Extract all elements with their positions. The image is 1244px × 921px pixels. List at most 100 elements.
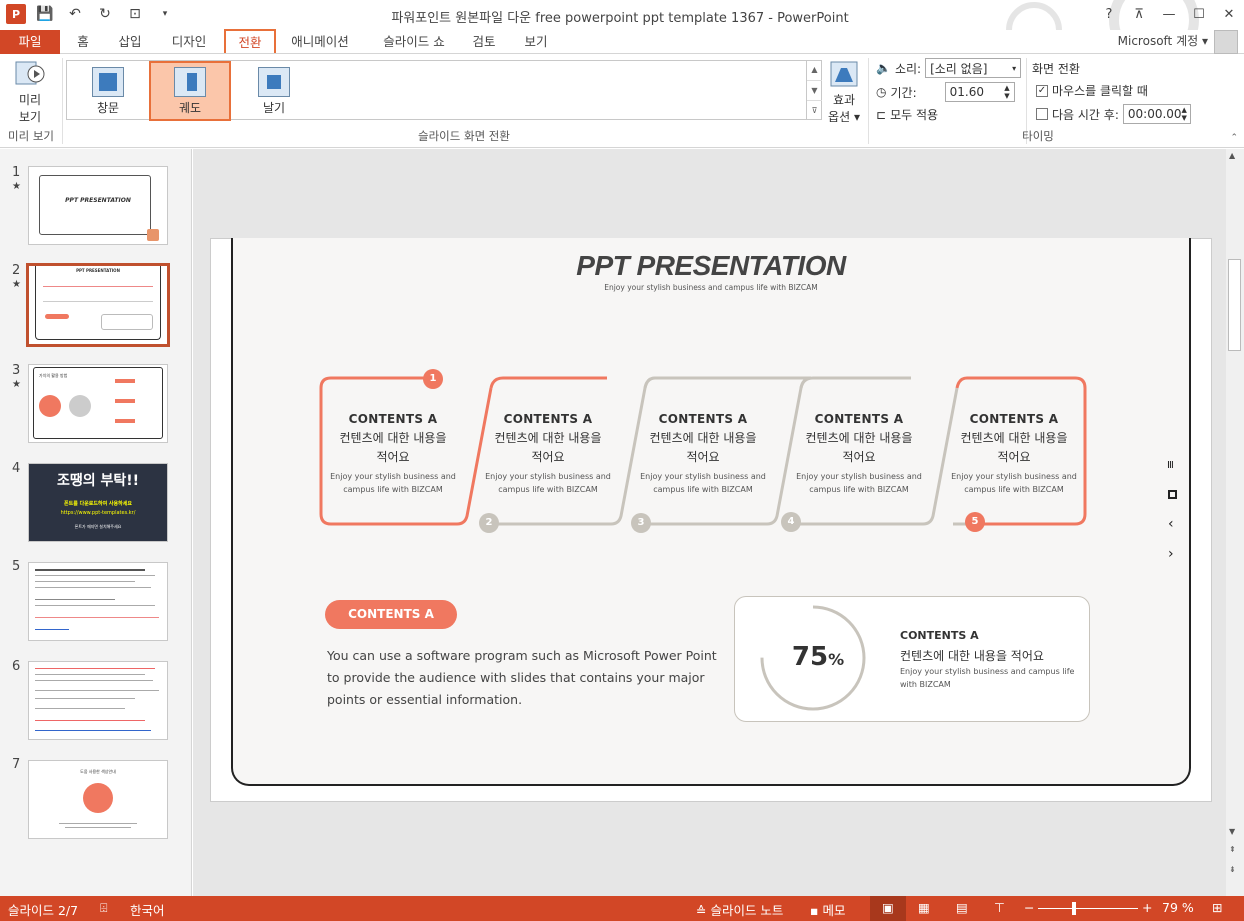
redo-icon[interactable]: ↻: [94, 4, 116, 24]
orbit-transition-icon: [174, 67, 206, 97]
thumb-number: 4: [12, 461, 21, 476]
scrollbar-thumb[interactable]: [1228, 259, 1241, 351]
normal-view-icon: ▣: [882, 900, 894, 915]
undo-icon[interactable]: ↶: [64, 4, 86, 24]
on-click-checkbox[interactable]: ✓: [1036, 84, 1048, 97]
vertical-scrollbar[interactable]: ▲ ▼ ⇞ ⇟: [1226, 149, 1244, 896]
zoom-in-icon[interactable]: +: [1142, 900, 1152, 915]
card-1-kr-2: 적어요: [376, 450, 410, 464]
sound-select[interactable]: [소리 없음] ▾: [925, 58, 1022, 78]
zoom-slider-thumb[interactable]: [1072, 902, 1076, 915]
slide-thumbnail-1[interactable]: PPT PRESENTATION: [28, 166, 168, 245]
slide-thumbnail-7[interactable]: 도움 사용한 색상안내: [28, 760, 168, 839]
card-2-kr-1: 컨텐츠에 대한 내용을: [494, 431, 602, 445]
slide-counter[interactable]: 슬라이드 2/7: [8, 900, 78, 919]
gallery-scroll-up-icon[interactable]: ▲: [807, 60, 822, 80]
effect-options-button[interactable]: 효과 옵션 ▾: [826, 60, 862, 125]
thumb-title: 도움 사용한 색상안내: [80, 769, 116, 774]
customize-qat-icon[interactable]: ▾: [154, 4, 176, 24]
tab-home[interactable]: 홈: [68, 30, 98, 54]
thumb-title: PPT PRESENTATION: [65, 197, 131, 204]
duration-input[interactable]: 01.60 ▲ ▼: [944, 82, 1015, 102]
avatar[interactable]: [1214, 30, 1238, 54]
spin-icon: ▲ ▼: [1181, 106, 1187, 122]
transition-window[interactable]: 창문: [67, 63, 149, 119]
card-4-en-1: Enjoy your stylish business and: [796, 472, 922, 481]
group-transition-label: 슬라이드 화면 전환: [418, 129, 510, 143]
thumb-line-1: 폰트를 다운로드하여 사용하세요: [64, 501, 132, 507]
notes-button[interactable]: ≙ 슬라이드 노트: [696, 900, 783, 919]
help-button[interactable]: ?: [1094, 0, 1124, 28]
thumb-number: 1: [12, 165, 21, 180]
slideshow-view-icon[interactable]: ⊤: [994, 900, 1005, 915]
scroll-up-icon[interactable]: ▲: [1229, 151, 1235, 160]
start-slideshow-icon[interactable]: ⊡: [124, 4, 146, 24]
apply-all-button[interactable]: ⊏ 모두 적용: [876, 106, 938, 123]
fit-to-window-icon[interactable]: ⊞: [1212, 900, 1222, 915]
ribbon-display-options-icon[interactable]: ⊼: [1124, 0, 1154, 28]
transition-orbit[interactable]: 궤도: [149, 61, 231, 121]
spell-check-icon[interactable]: ⌹: [100, 900, 108, 916]
thumb-title: 조땡의 부탁!!: [56, 473, 140, 489]
slide-thumbnail-3[interactable]: 가치의 활용 방법: [28, 364, 168, 443]
square-icon: [1168, 490, 1177, 499]
clock-icon: ◷: [876, 85, 887, 99]
tab-transitions[interactable]: 전환: [224, 29, 276, 53]
zoom-level[interactable]: 79 %: [1162, 900, 1194, 915]
transition-fly[interactable]: 날기: [233, 63, 315, 119]
previous-slide-icon[interactable]: ⇞: [1229, 845, 1236, 854]
after-checkbox[interactable]: [1036, 108, 1048, 120]
tab-view[interactable]: 보기: [518, 30, 554, 54]
slide-thumbnail-6[interactable]: [28, 661, 168, 740]
slide-thumbnail-5[interactable]: [28, 562, 168, 641]
preview-label-1: 미리: [18, 93, 42, 107]
slide-thumbnail-2[interactable]: PPT PRESENTATION: [26, 263, 170, 347]
tab-review[interactable]: 검토: [466, 30, 502, 54]
animation-star-icon: ★: [12, 181, 21, 192]
tab-design[interactable]: 디자인: [164, 30, 214, 54]
comments-label: 메모: [822, 903, 846, 918]
card-4-en-2: campus life with BIZCAM: [809, 485, 909, 494]
tab-animations[interactable]: 애니메이션: [284, 30, 356, 54]
card-3-en-2: campus life with BIZCAM: [653, 485, 753, 494]
slide-title: PPT PRESENTATION: [576, 250, 846, 281]
gallery-more-icon[interactable]: ⊽: [807, 100, 822, 120]
maximize-icon[interactable]: ☐: [1184, 0, 1214, 28]
close-icon[interactable]: ✕: [1214, 0, 1244, 28]
slide-thumbnail-4[interactable]: 조땡의 부탁!! 폰트를 다운로드하여 사용하세요 https://www.pp…: [28, 463, 168, 542]
tab-slideshow[interactable]: 슬라이드 쇼: [372, 30, 456, 54]
card-3-top: [643, 376, 759, 389]
thumb-number: 7: [12, 757, 21, 772]
step-badge-3: 3: [631, 513, 651, 533]
gallery-scroll[interactable]: ▲ ▼ ⊽: [806, 60, 822, 120]
language-indicator[interactable]: 한국어: [130, 900, 165, 919]
slide-sorter-icon[interactable]: ▦: [918, 900, 930, 915]
spin-icon: ▲ ▼: [1004, 84, 1010, 100]
zoom-slider[interactable]: [1038, 908, 1138, 909]
minimize-icon[interactable]: —: [1154, 0, 1184, 28]
card-5-en-1: Enjoy your stylish business and: [951, 472, 1077, 481]
tab-insert[interactable]: 삽입: [112, 30, 148, 54]
stat-value: 75: [791, 642, 829, 672]
collapse-ribbon-icon[interactable]: ⌃: [1230, 133, 1238, 143]
effect-options-label-2: 옵션 ▾: [828, 110, 860, 124]
after-input[interactable]: 00:00.00 ▲ ▼: [1122, 104, 1191, 124]
powerpoint-logo-icon: P: [6, 4, 26, 24]
step-badge-4: 4: [781, 512, 801, 532]
thumb-line-2: https://www.ppt-templates.kr/: [60, 510, 136, 516]
group-preview-label: 미리 보기: [8, 129, 54, 143]
tab-file[interactable]: 파일: [0, 30, 60, 54]
on-click-row[interactable]: ✓ 마우스를 클릭할 때: [1036, 82, 1148, 99]
next-slide-icon[interactable]: ⇟: [1229, 865, 1236, 874]
save-icon[interactable]: 💾: [34, 4, 56, 24]
preview-button[interactable]: 미리 보기: [8, 58, 52, 125]
card-3-en-1: Enjoy your stylish business and: [640, 472, 766, 481]
reading-view-icon[interactable]: ▤: [956, 900, 968, 915]
account-menu[interactable]: Microsoft 계정 ▾: [1118, 32, 1208, 49]
gallery-scroll-down-icon[interactable]: ▼: [807, 80, 822, 100]
step-badge-5: 5: [965, 512, 985, 532]
ribbon-transitions: 미리 보기 미리 보기 창문 궤도 날기 ▲ ▼ ⊽ 슬라이드 화면 전환 효과…: [0, 54, 1244, 148]
comments-button[interactable]: ▪ 메모: [810, 900, 845, 919]
scroll-down-icon[interactable]: ▼: [1229, 827, 1235, 836]
zoom-out-icon[interactable]: −: [1024, 900, 1034, 915]
